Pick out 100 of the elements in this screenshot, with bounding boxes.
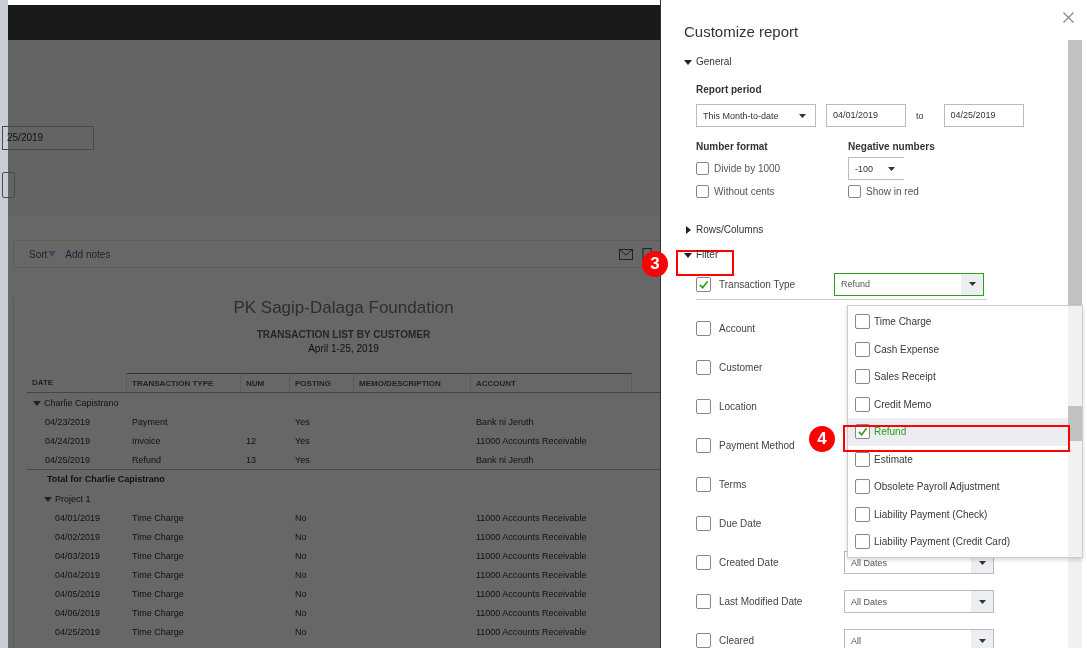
checkbox[interactable] [696, 438, 711, 453]
table-cell: Time Charge [132, 512, 184, 523]
table-cell: 11000 Accounts Receivable [476, 588, 587, 599]
table-cell: 04/06/2019 [55, 607, 101, 618]
dropdown-option[interactable]: Obsolete Payroll Adjustment [848, 473, 1068, 501]
date-field[interactable]: 04/25/2019 [943, 104, 1024, 127]
table-cell: Time Charge [132, 531, 184, 542]
filter-select[interactable]: All Dates [844, 590, 994, 613]
email-icon[interactable] [619, 248, 633, 260]
caret-icon [888, 166, 895, 171]
table-cell: No [295, 512, 307, 523]
filter-label: Account [719, 323, 756, 334]
checkbox[interactable] [696, 276, 711, 292]
highlight-frame [676, 250, 734, 276]
table-cell: 11000 Accounts Receivable [476, 550, 587, 561]
period-select[interactable]: This Month-to-date [696, 104, 816, 127]
table-cell: 13 [246, 454, 256, 465]
table-cell: 04/25/2019 [55, 626, 101, 637]
table-cell: Yes [295, 435, 310, 446]
table-cell: 11000 Accounts Receivable [476, 512, 587, 523]
table-cell: No [295, 550, 307, 561]
dropdown-option[interactable]: Time Charge [848, 308, 1068, 336]
checkbox[interactable] [696, 633, 711, 648]
table-cell: Time Charge [132, 607, 184, 618]
checkbox[interactable] [855, 506, 870, 522]
filter-label: Created Date [719, 557, 779, 568]
filter-select[interactable]: All [844, 629, 994, 648]
table-cell: 04/05/2019 [55, 588, 101, 599]
field-label: Negative numbers [848, 141, 935, 152]
table-cell: 04/03/2019 [55, 550, 101, 561]
checkbox[interactable] [696, 162, 709, 175]
dropdown-option[interactable]: Credit Memo [848, 390, 1068, 418]
table-cell: No [295, 569, 307, 580]
table-cell: Time Charge [132, 626, 184, 637]
collapse-icon[interactable] [33, 398, 41, 407]
close-icon[interactable] [1063, 12, 1074, 23]
report-date-range: April 1-25, 2019 [307, 343, 380, 354]
dropdown-option[interactable]: Liability Payment (Check) [848, 500, 1068, 528]
table-cell: 04/24/2019 [45, 435, 91, 446]
negative-format-select[interactable]: -100 [848, 157, 904, 180]
section-header[interactable]: Filter [696, 249, 719, 260]
table-cell: Time Charge [132, 550, 184, 561]
table-cell: No [295, 531, 307, 542]
checkbox-label: Show in red [866, 186, 919, 197]
table-cell: Refund [132, 454, 162, 465]
run-button[interactable] [2, 172, 15, 198]
section-header[interactable]: General [696, 56, 732, 67]
expand-icon[interactable] [684, 250, 692, 259]
checkbox[interactable] [696, 555, 711, 570]
dropdown-option[interactable]: Cash Expense [848, 335, 1068, 363]
section-header[interactable]: Rows/Columns [696, 224, 764, 235]
filter-label: Due Date [719, 518, 762, 529]
checkbox[interactable] [855, 314, 870, 330]
caret-icon [968, 282, 976, 286]
group-label: Project 1 [55, 493, 91, 504]
checkbox[interactable] [696, 594, 711, 609]
expand-icon[interactable] [684, 57, 692, 66]
checkbox[interactable] [855, 396, 870, 412]
filter-select[interactable]: Refund [834, 272, 984, 296]
table-cell: No [295, 607, 307, 618]
table-cell: 11000 Accounts Receivable [476, 569, 587, 580]
checkbox[interactable] [848, 185, 861, 198]
table-cell: 12 [246, 435, 256, 446]
checkbox[interactable] [696, 477, 711, 492]
panel-title: Customize report [684, 23, 800, 40]
filter-label: Cleared [719, 635, 755, 646]
caret-icon [799, 113, 806, 118]
scrollbar[interactable] [1068, 306, 1082, 557]
table-cell: 04/23/2019 [45, 416, 91, 427]
field-label: Report period [696, 84, 763, 95]
range-separator: to [916, 110, 924, 121]
table-cell: 11000 Accounts Receivable [476, 626, 587, 637]
table-cell: No [295, 588, 307, 599]
checkbox[interactable] [696, 516, 711, 531]
table-cell: 04/04/2019 [55, 569, 101, 580]
table-cell: Invoice [132, 435, 161, 446]
filter-label: Terms [719, 479, 747, 490]
checkbox[interactable] [696, 399, 711, 414]
checkbox[interactable] [855, 534, 870, 550]
dropdown-option[interactable]: Estimate [848, 445, 1068, 473]
checkbox[interactable] [696, 321, 711, 336]
checkbox[interactable] [696, 185, 709, 198]
checkbox-label: Without cents [714, 186, 775, 197]
checkbox[interactable] [855, 479, 870, 495]
caret-icon [48, 251, 57, 257]
table-cell: Bank ni Jeruth [476, 416, 534, 427]
checkbox[interactable] [696, 360, 711, 375]
step-badge: 4 [809, 426, 835, 452]
checkbox[interactable] [855, 369, 870, 385]
table-cell: Yes [295, 454, 310, 465]
step-badge: 3 [642, 251, 668, 277]
date-field[interactable]: 04/01/2019 [826, 104, 906, 127]
collapse-icon[interactable] [44, 494, 52, 503]
checkbox[interactable] [855, 341, 870, 357]
table-cell: 11000 Accounts Receivable [476, 531, 587, 542]
expand-icon[interactable] [684, 225, 692, 234]
filter-label: Customer [719, 362, 763, 373]
table-cell: 11000 Accounts Receivable [476, 435, 587, 446]
dropdown-option[interactable]: Sales Receipt [848, 363, 1068, 391]
table-cell: Time Charge [132, 588, 184, 599]
